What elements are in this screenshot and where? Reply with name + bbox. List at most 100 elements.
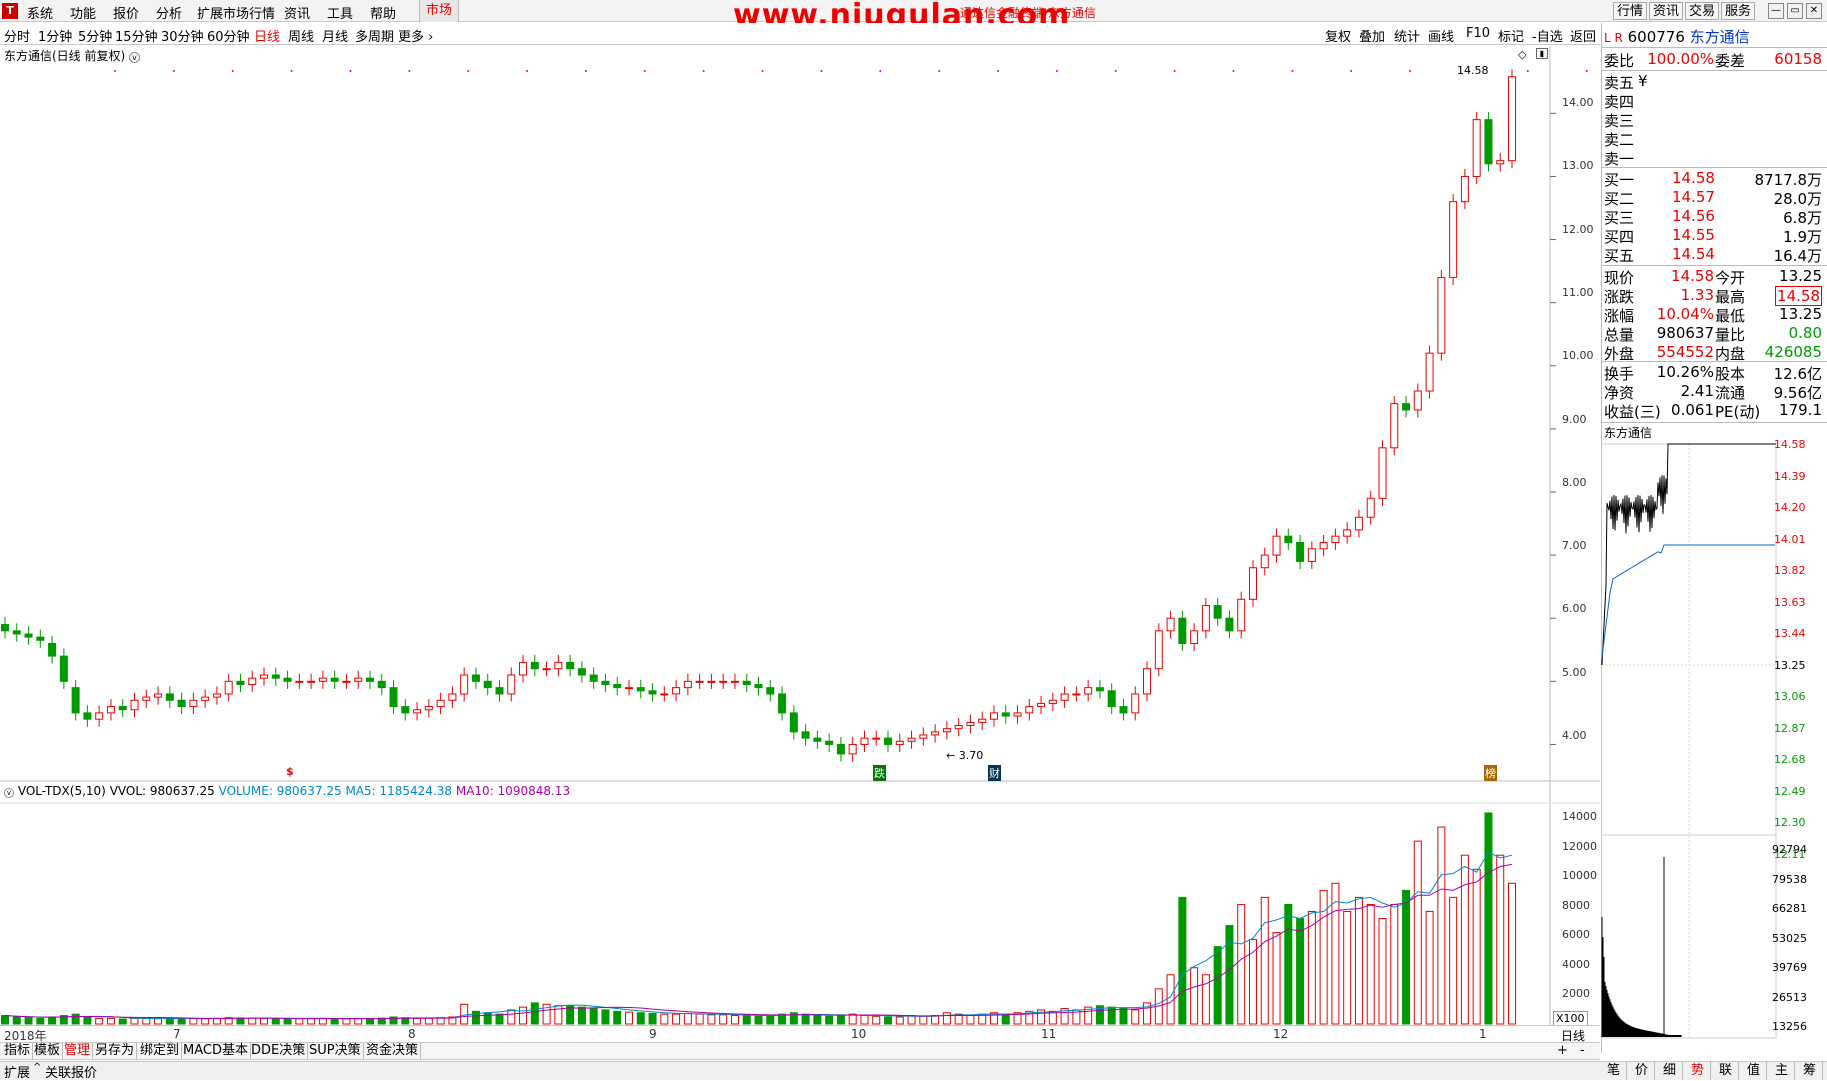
finance-marker-icon[interactable]: 财 [988,765,1001,781]
low-price-value: 3.70 [958,749,984,762]
market-tab[interactable]: 市场 [419,0,459,22]
volume-bar [71,1013,80,1025]
quote-tab-6[interactable]: 主 [1769,1061,1795,1080]
tool-stats[interactable]: 统计 [1394,26,1420,45]
volume-bar [495,1013,504,1025]
status-linked-quote[interactable]: 关联报价 [45,1062,97,1081]
tab-sup[interactable]: SUP决策 [307,1043,364,1059]
tool-f10[interactable]: F10 [1466,26,1490,41]
volume-bar [683,1012,692,1025]
maximize-icon[interactable]: ▭ [1787,3,1803,19]
diamond-icon[interactable]: ◇ [1518,48,1526,61]
buy-volume: 1.9万 [1783,228,1822,246]
period-30min[interactable]: 30分钟 [161,26,204,45]
tab-template[interactable]: 模板 [32,1043,64,1059]
period-more[interactable]: 更多 › [398,26,433,45]
period-monthly[interactable]: 月线 [322,26,348,45]
period-60min[interactable]: 60分钟 [207,26,250,45]
period-15min[interactable]: 15分钟 [115,26,158,45]
ranking-marker-icon[interactable]: 榜 [1484,765,1497,781]
buy-label: 买四 [1604,228,1635,246]
mini-price-tick: 12.30 [1774,816,1806,829]
stat-value: 9.56亿 [1773,384,1822,402]
quote-tab-4[interactable]: 联 [1713,1061,1739,1080]
tool-watchlist[interactable]: -自选 [1532,26,1563,45]
candle [1084,687,1093,695]
period-weekly[interactable]: 周线 [288,26,314,45]
quote-tab-7[interactable]: 筹 [1797,1061,1823,1080]
top-button-trade[interactable]: 交易 [1685,2,1720,20]
quote-tab-3[interactable]: 势 [1685,1061,1711,1080]
tab-manage[interactable]: 管理 [62,1043,94,1059]
tab-macd[interactable]: MACD基本 [181,1043,251,1059]
period-1min[interactable]: 1分钟 [38,26,72,45]
candle [271,674,280,679]
tab-dde[interactable]: DDE决策 [249,1043,309,1059]
quote-tab-5[interactable]: 值 [1741,1061,1767,1080]
volume-bar [695,1013,704,1025]
tool-back[interactable]: 返回 [1570,26,1596,45]
candle [1402,403,1411,411]
chevron-down-icon[interactable]: v [129,52,141,63]
tool-mark[interactable]: 标记 [1498,26,1524,45]
tab-fund[interactable]: 资金决策 [364,1043,422,1059]
menu-function[interactable]: 功能 [70,3,96,22]
menu-quote[interactable]: 报价 [113,3,139,22]
volume-bar [318,1017,327,1025]
buy-level-1[interactable]: 买一 14.58 8717.8万 [1604,169,1824,189]
sell-label: 卖五 [1604,74,1635,92]
menu-extended-market[interactable]: 扩展市场行情 [197,3,275,22]
volume-value: VOLUME: 980637.25 [218,784,342,798]
top-button-service[interactable]: 服务 [1721,2,1756,20]
period-daily[interactable]: 日线 [254,26,280,45]
chart-title[interactable]: 东方通信(日线 前复权) v [4,47,141,64]
menu-tools[interactable]: 工具 [327,3,353,22]
divider [1601,70,1827,71]
menu-news[interactable]: 资讯 [284,3,310,22]
stat-value: 179.1 [1779,401,1822,419]
kline-chart[interactable] [0,46,1600,1026]
period-5min[interactable]: 5分钟 [78,26,112,45]
volume-bar [613,1010,622,1025]
indicator-settings-icon[interactable]: v [4,788,14,798]
candle [118,706,127,711]
candle [989,712,998,720]
volume-bar [1508,882,1516,1025]
tool-overlay[interactable]: 叠加 [1359,26,1385,45]
status-extend[interactable]: 扩展 [4,1062,30,1081]
chevron-up-icon[interactable]: ^ [33,1062,41,1073]
buy-level-2[interactable]: 买二 14.57 28.0万 [1604,188,1824,208]
candle [1025,706,1034,714]
tool-adjust[interactable]: 复权 [1325,26,1351,45]
tab-indicator[interactable]: 指标 [2,1043,34,1059]
menu-analysis[interactable]: 分析 [156,3,182,22]
period-intraday[interactable]: 分时 [4,26,30,45]
buy-level-5[interactable]: 买五 14.54 16.4万 [1604,245,1824,265]
signal-dot [879,70,882,72]
menu-system[interactable]: 系统 [27,3,53,22]
price-tick-label: 5.00 [1562,665,1587,679]
stat-label: 今开 [1715,269,1746,287]
app-logo-icon: T [2,3,18,19]
tab-bind-to[interactable]: 绑定到 [138,1043,183,1059]
quote-tab-1[interactable]: 价 [1629,1061,1655,1080]
menu-help[interactable]: 帮助 [370,3,396,22]
close-icon[interactable]: ✕ [1806,3,1822,19]
buy-level-3[interactable]: 买三 14.56 6.8万 [1604,207,1824,227]
quote-tab-2[interactable]: 细 [1657,1061,1683,1080]
panel-toggle-icon[interactable]: ▮ [1536,48,1548,59]
minimize-icon[interactable]: — [1768,3,1784,19]
dividend-marker-icon[interactable]: $ [286,765,294,778]
tab-save-as[interactable]: 另存为 [93,1043,138,1059]
zoom-in-icon[interactable]: + [1557,1043,1568,1058]
tool-draw[interactable]: 画线 [1428,26,1454,45]
sell-level-1: 卖一 [1604,148,1824,168]
zoom-out-icon[interactable]: - [1580,1043,1585,1058]
top-button-quotes[interactable]: 行情 [1613,2,1648,20]
quote-tab-0[interactable]: 笔 [1601,1061,1627,1080]
indicator-title[interactable]: v VOL-TDX(5,10) VVOL: 980637.25 VOLUME: … [4,784,570,798]
drop-marker-icon[interactable]: 跌 [873,765,886,781]
top-button-news[interactable]: 资讯 [1649,2,1684,20]
period-multi[interactable]: 多周期 [355,26,394,45]
buy-level-4[interactable]: 买四 14.55 1.9万 [1604,226,1824,246]
